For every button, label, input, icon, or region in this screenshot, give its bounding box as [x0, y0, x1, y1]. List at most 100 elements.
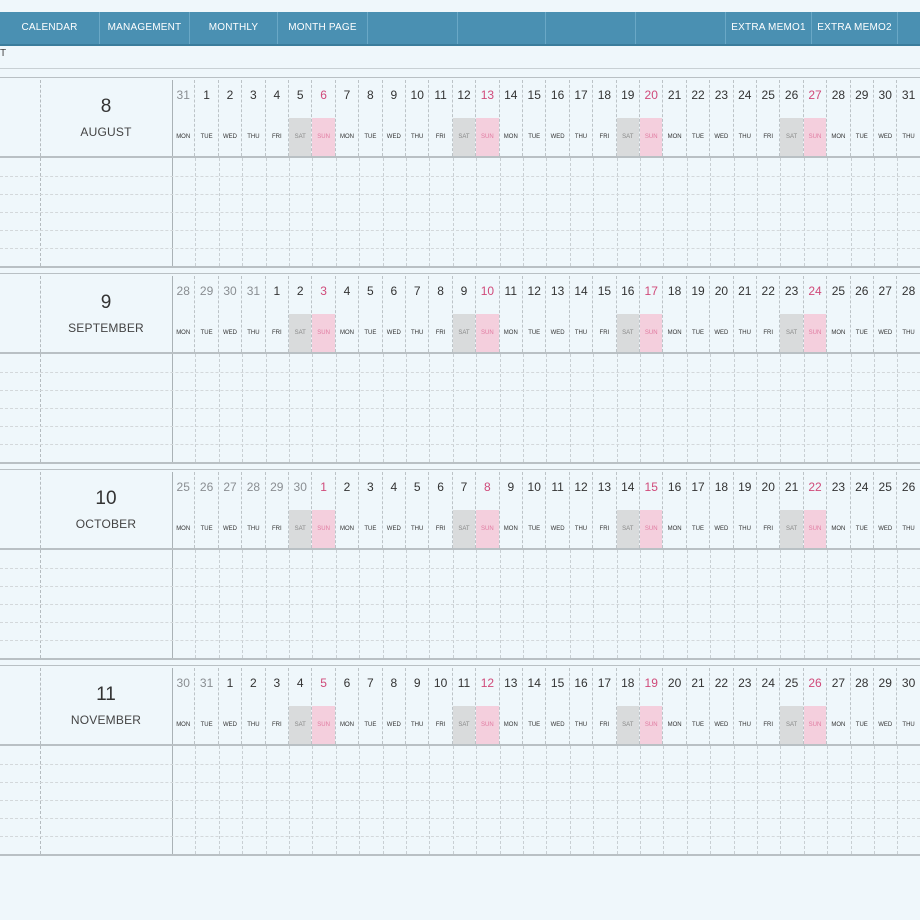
day-cell[interactable]: 30 SAT: [289, 472, 313, 548]
day-cell[interactable]: 7 SAT: [452, 472, 477, 548]
day-cell[interactable]: 12 TUE: [523, 276, 547, 352]
day-cell[interactable]: 16 SAT: [616, 276, 640, 352]
day-cell[interactable]: 5 THU: [406, 472, 430, 548]
day-cell[interactable]: 31 THU: [897, 80, 920, 156]
day-cell[interactable]: 22 WED: [710, 668, 734, 744]
day-cell[interactable]: 23 THU: [734, 668, 757, 744]
day-cell[interactable]: 3 FRI: [266, 668, 289, 744]
day-cell[interactable]: 17 SUN: [640, 276, 664, 352]
tab-month-page[interactable]: MONTH PAGE: [278, 12, 368, 44]
day-cell[interactable]: 25 SAT: [780, 668, 804, 744]
memo-area[interactable]: [0, 746, 920, 854]
day-cell[interactable]: 4 SAT: [289, 668, 313, 744]
tab-extra-memo1[interactable]: EXTRA MEMO1: [726, 12, 812, 44]
tab-management[interactable]: MANAGEMENT: [100, 12, 190, 44]
day-cell[interactable]: 28 TUE: [851, 668, 874, 744]
day-cell[interactable]: 24 TUE: [851, 472, 874, 548]
day-cell[interactable]: 13 WED: [546, 276, 570, 352]
day-cell[interactable]: 7 THU: [406, 276, 430, 352]
day-cell[interactable]: 6 WED: [383, 276, 406, 352]
day-cell[interactable]: 7 TUE: [359, 668, 383, 744]
day-cell[interactable]: 14 SAT: [616, 472, 640, 548]
day-cell[interactable]: 4 FRI: [266, 80, 289, 156]
day-cell[interactable]: 10 SUN: [476, 276, 500, 352]
day-cell[interactable]: 11 WED: [546, 472, 570, 548]
tab-calendar[interactable]: CALENDAR: [0, 12, 100, 44]
day-cell[interactable]: 19 THU: [734, 472, 757, 548]
day-cell[interactable]: 23 SAT: [780, 276, 804, 352]
day-cell[interactable]: 20 MON: [663, 668, 687, 744]
tab-empty-10[interactable]: [898, 12, 920, 44]
day-cell[interactable]: 27 SUN: [803, 80, 828, 156]
day-cell[interactable]: 14 THU: [570, 276, 594, 352]
day-cell[interactable]: 29 TUE: [195, 276, 219, 352]
day-cell[interactable]: 6 SUN: [312, 80, 336, 156]
day-cell[interactable]: 6 MON: [336, 668, 360, 744]
day-cell[interactable]: 8 SUN: [476, 472, 500, 548]
day-cell[interactable]: 1 TUE: [195, 80, 219, 156]
memo-area[interactable]: [0, 158, 920, 266]
day-cell[interactable]: 1 WED: [219, 668, 243, 744]
day-cell[interactable]: 3 TUE: [359, 472, 383, 548]
day-cell[interactable]: 21 SAT: [780, 472, 804, 548]
day-cell[interactable]: 18 FRI: [593, 80, 617, 156]
day-cell[interactable]: 9 SAT: [452, 276, 477, 352]
day-cell[interactable]: 28 MON: [827, 80, 851, 156]
day-cell[interactable]: 28 THU: [897, 276, 920, 352]
day-cell[interactable]: 9 THU: [406, 668, 430, 744]
day-cell[interactable]: 20 SUN: [640, 80, 664, 156]
day-cell[interactable]: 22 SUN: [803, 472, 828, 548]
day-cell[interactable]: 21 MON: [663, 80, 687, 156]
day-cell[interactable]: 8 FRI: [429, 276, 453, 352]
day-cell[interactable]: 12 SAT: [452, 80, 477, 156]
tab-empty-5[interactable]: [458, 12, 546, 44]
day-cell[interactable]: 10 TUE: [523, 472, 547, 548]
day-cell[interactable]: 28 THU: [242, 472, 266, 548]
day-cell[interactable]: 10 THU: [406, 80, 430, 156]
tab-monthly[interactable]: MONTHLY: [190, 12, 278, 44]
day-cell[interactable]: 8 WED: [383, 668, 406, 744]
tab-extra-memo2[interactable]: EXTRA MEMO2: [812, 12, 898, 44]
day-cell[interactable]: 16 MON: [663, 472, 687, 548]
day-cell[interactable]: 18 MON: [663, 276, 687, 352]
day-cell[interactable]: 20 FRI: [757, 472, 781, 548]
day-cell[interactable]: 5 SAT: [289, 80, 313, 156]
day-cell[interactable]: 30 WED: [219, 276, 243, 352]
day-cell[interactable]: 11 SAT: [452, 668, 477, 744]
day-cell[interactable]: 15 TUE: [523, 80, 547, 156]
day-cell[interactable]: 8 TUE: [359, 80, 383, 156]
day-cell[interactable]: 31 TUE: [195, 668, 219, 744]
day-cell[interactable]: 25 FRI: [757, 80, 781, 156]
day-cell[interactable]: 26 TUE: [851, 276, 874, 352]
day-cell[interactable]: 7 MON: [336, 80, 360, 156]
day-cell[interactable]: 24 SUN: [803, 276, 828, 352]
day-cell[interactable]: 29 WED: [874, 668, 898, 744]
day-cell[interactable]: 1 SUN: [312, 472, 336, 548]
day-cell[interactable]: 24 FRI: [757, 668, 781, 744]
day-cell[interactable]: 5 TUE: [359, 276, 383, 352]
day-cell[interactable]: 30 THU: [897, 668, 920, 744]
day-cell[interactable]: 31 MON: [172, 80, 196, 156]
day-cell[interactable]: 1 FRI: [266, 276, 289, 352]
day-cell[interactable]: 11 FRI: [429, 80, 453, 156]
day-cell[interactable]: 27 WED: [874, 276, 898, 352]
day-cell[interactable]: 26 SUN: [803, 668, 828, 744]
day-cell[interactable]: 19 SUN: [640, 668, 664, 744]
day-cell[interactable]: 13 MON: [500, 668, 523, 744]
day-cell[interactable]: 18 WED: [710, 472, 734, 548]
day-cell[interactable]: 2 MON: [336, 472, 360, 548]
tab-empty-4[interactable]: [368, 12, 458, 44]
day-cell[interactable]: 4 MON: [336, 276, 360, 352]
day-cell[interactable]: 22 TUE: [687, 80, 711, 156]
day-cell[interactable]: 27 WED: [219, 472, 243, 548]
tab-empty-7[interactable]: [636, 12, 726, 44]
day-cell[interactable]: 23 WED: [710, 80, 734, 156]
day-cell[interactable]: 21 TUE: [687, 668, 711, 744]
day-cell[interactable]: 10 FRI: [429, 668, 453, 744]
day-cell[interactable]: 13 FRI: [593, 472, 617, 548]
tab-empty-6[interactable]: [546, 12, 636, 44]
day-cell[interactable]: 2 THU: [242, 668, 266, 744]
day-cell[interactable]: 26 TUE: [195, 472, 219, 548]
memo-area[interactable]: [0, 354, 920, 462]
day-cell[interactable]: 23 MON: [827, 472, 851, 548]
